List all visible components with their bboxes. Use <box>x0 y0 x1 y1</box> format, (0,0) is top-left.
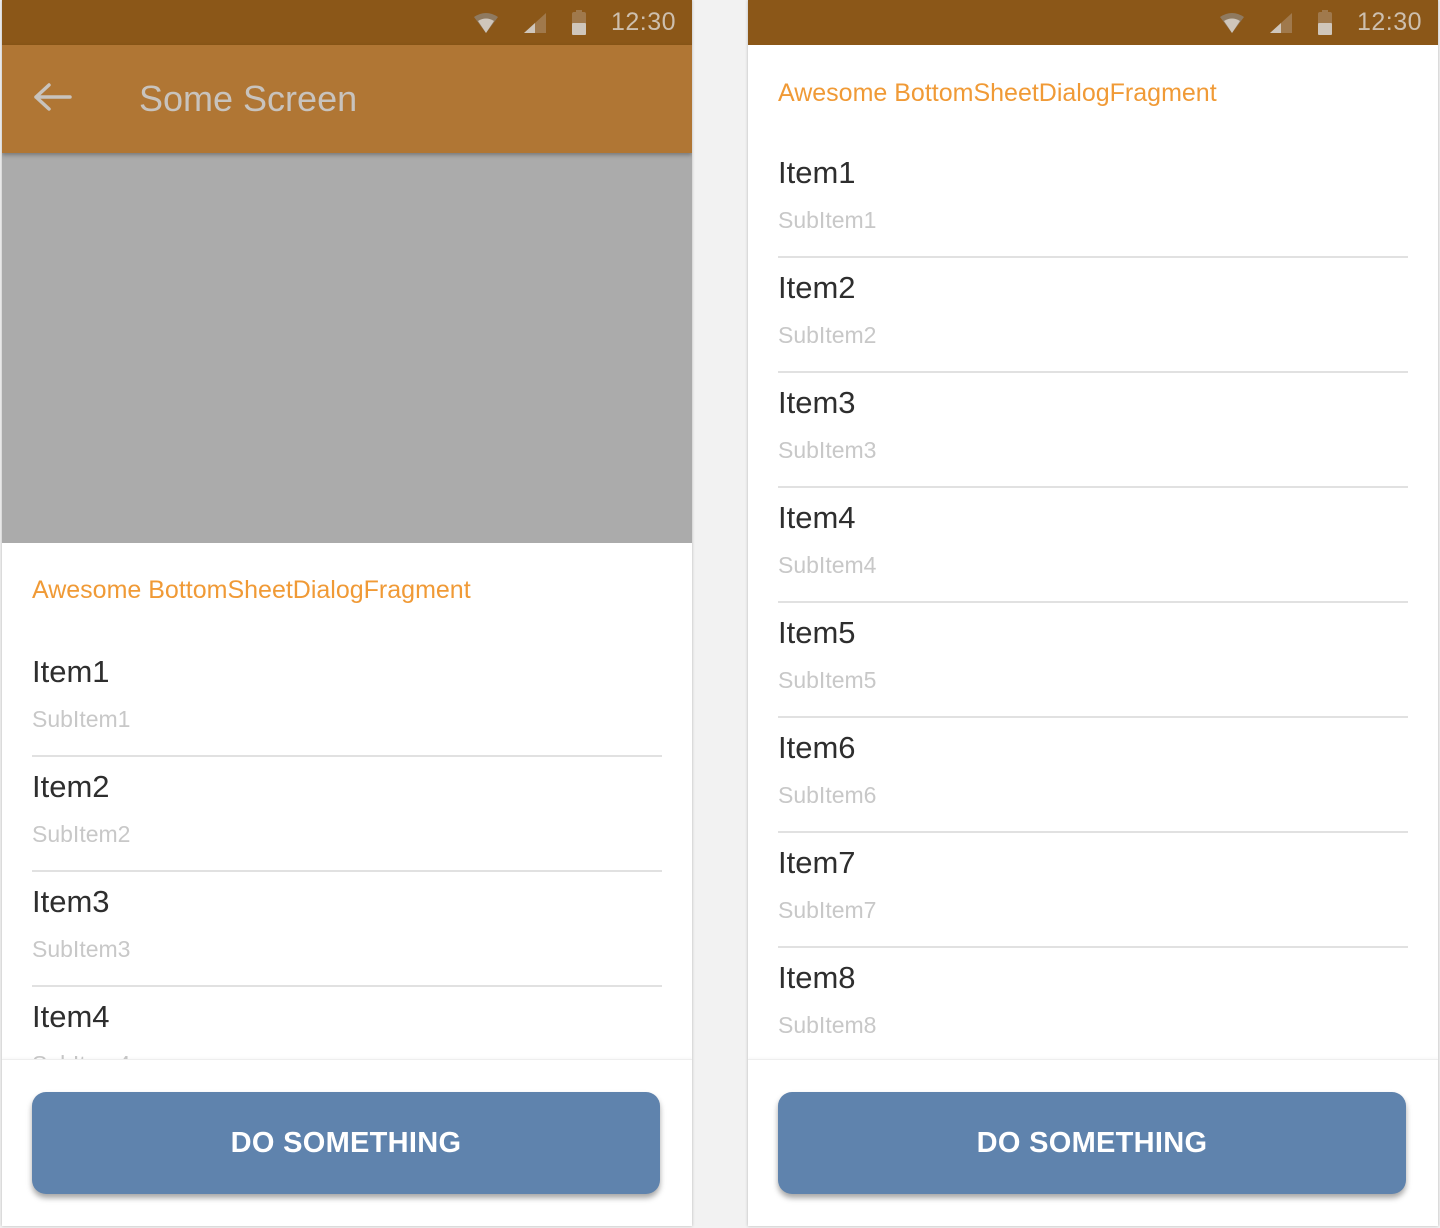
list-item[interactable]: Item3 SubItem3 <box>32 872 662 987</box>
item-title: Item2 <box>32 769 110 804</box>
battery-icon <box>1317 9 1333 36</box>
list-item[interactable]: Item4 SubItem4 <box>32 987 662 1059</box>
item-list: Item1 SubItem1 Item2 SubItem2 Item3 SubI… <box>748 143 1438 1059</box>
item-subtitle: SubItem4 <box>778 552 877 578</box>
list-item[interactable]: Item7 SubItem7 <box>778 833 1408 948</box>
bottom-sheet: Awesome BottomSheetDialogFragment Item1 … <box>2 543 692 1059</box>
wifi-icon <box>473 12 499 34</box>
status-bar: 12:30 <box>748 0 1438 45</box>
phone-screen-expanded: 12:30 Awesome BottomSheetDialogFragment … <box>748 0 1438 1226</box>
sheet-footer: DO SOMETHING <box>2 1059 692 1226</box>
item-title: Item3 <box>778 385 856 420</box>
battery-icon <box>571 9 587 36</box>
list-item[interactable]: Item2 SubItem2 <box>32 757 662 872</box>
list-item[interactable]: Item6 SubItem6 <box>778 718 1408 833</box>
status-time: 12:30 <box>1356 8 1422 36</box>
signal-icon <box>523 12 547 34</box>
item-title: Item8 <box>778 960 856 995</box>
item-subtitle: SubItem1 <box>32 706 131 732</box>
bottom-sheet: Awesome BottomSheetDialogFragment Item1 … <box>748 45 1438 1059</box>
item-subtitle: SubItem1 <box>778 207 877 233</box>
phone-screen-collapsed: 12:30 Some Screen Awesome BottomSheetDia… <box>2 0 692 1226</box>
arrow-back-icon <box>34 82 72 117</box>
item-title: Item4 <box>32 999 110 1034</box>
list-item[interactable]: Item1 SubItem1 <box>778 143 1408 258</box>
item-title: Item4 <box>778 500 856 535</box>
item-subtitle: SubItem8 <box>778 1012 877 1038</box>
item-title: Item1 <box>32 654 110 689</box>
list-item[interactable]: Item2 SubItem2 <box>778 258 1408 373</box>
item-subtitle: SubItem5 <box>778 667 877 693</box>
item-subtitle: SubItem4 <box>32 1051 130 1059</box>
list-item[interactable]: Item8 SubItem8 <box>778 948 1408 1059</box>
item-subtitle: SubItem7 <box>778 897 877 923</box>
item-subtitle: SubItem2 <box>778 322 877 348</box>
item-subtitle: SubItem3 <box>32 936 131 962</box>
list-item[interactable]: Item1 SubItem1 <box>32 642 662 757</box>
dialog-scrim[interactable] <box>2 153 692 543</box>
do-something-button[interactable]: DO SOMETHING <box>778 1092 1406 1194</box>
do-something-button[interactable]: DO SOMETHING <box>32 1092 660 1194</box>
app-toolbar: Some Screen <box>2 45 692 153</box>
sheet-title: Awesome BottomSheetDialogFragment <box>32 576 471 604</box>
list-item[interactable]: Item3 SubItem3 <box>778 373 1408 488</box>
item-subtitle: SubItem3 <box>778 437 877 463</box>
item-title: Item6 <box>778 730 856 765</box>
item-list: Item1 SubItem1 Item2 SubItem2 Item3 SubI… <box>2 642 692 1059</box>
sheet-title: Awesome BottomSheetDialogFragment <box>778 79 1217 107</box>
item-title: Item5 <box>778 615 856 650</box>
item-title: Item7 <box>778 845 856 880</box>
back-button[interactable] <box>34 69 104 129</box>
status-time: 12:30 <box>610 8 676 36</box>
signal-icon <box>1269 12 1293 34</box>
list-item[interactable]: Item4 SubItem4 <box>778 488 1408 603</box>
list-item[interactable]: Item5 SubItem5 <box>778 603 1408 718</box>
screen-title: Some Screen <box>139 78 358 119</box>
item-subtitle: SubItem2 <box>32 821 131 847</box>
status-bar: 12:30 <box>2 0 692 45</box>
item-title: Item3 <box>32 884 110 919</box>
sheet-footer: DO SOMETHING <box>748 1059 1438 1226</box>
item-subtitle: SubItem6 <box>778 782 877 808</box>
item-title: Item1 <box>778 155 856 190</box>
item-title: Item2 <box>778 270 856 305</box>
wifi-icon <box>1219 12 1245 34</box>
